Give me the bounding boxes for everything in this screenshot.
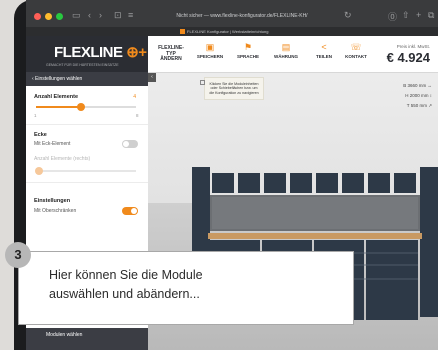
settings-back-button[interactable]: ‹ Einstellungen wählen [26, 72, 148, 86]
drawer-unit [366, 240, 418, 320]
wall-cabinet [264, 173, 286, 193]
contact-label: KONTAKT [345, 54, 367, 59]
logo[interactable]: FLEXLINE ⊕+ [54, 43, 147, 61]
logo-plus-icon: ⊕+ [126, 44, 147, 61]
elements-value: 4 [133, 94, 136, 100]
tabs-overview-icon[interactable]: ⧉ [428, 10, 434, 21]
step-badge: 3 [5, 242, 31, 268]
sidebar-toggle-icon[interactable]: ▭ [72, 10, 81, 21]
maximize-window-button[interactable] [56, 13, 63, 20]
share-icon: < [321, 42, 327, 52]
save-icon: ▣ [205, 42, 215, 52]
elements-slider-handle[interactable] [77, 103, 85, 111]
tall-cabinet-right [420, 167, 438, 317]
instruction-callout: Hier können Sie die Module auswählen und … [18, 251, 354, 325]
elements-slider[interactable] [36, 103, 136, 111]
app-header: FLEXLINE ⊕+ GEMACHT FÜR DIE HÄRTESTEN EI… [26, 36, 438, 73]
wall-cabinet [290, 173, 312, 193]
new-tab-icon[interactable]: + [416, 10, 421, 20]
corner-toggle-knob [123, 141, 129, 147]
settings-title: Einstellungen [34, 198, 71, 204]
share-icon[interactable]: ⇧ [402, 10, 410, 21]
slider-min: 1 [34, 113, 37, 118]
total-price: € 4.924 [386, 50, 430, 65]
modules-button[interactable]: Modulen wählen [26, 328, 148, 350]
change-type-button[interactable]: FLEXLINE-TYP ÄNDERN [156, 45, 186, 63]
wall-cabinet [316, 173, 338, 193]
tagline: GEMACHT FÜR DIE HÄRTESTEN EINSÄTZE [46, 63, 119, 67]
currency-label: WÄHRUNG [274, 54, 298, 59]
flag-icon: ⚑ [243, 42, 253, 52]
download-icon[interactable]: ⓪ [388, 10, 397, 23]
contact-button[interactable]: ☏ KONTAKT [338, 40, 374, 68]
callout-line-2: auswählen und abändern... [49, 287, 200, 301]
language-label: SPRACHE [236, 54, 259, 59]
tab-bar: FLEXLINE Konfigurator | Werkstatteinrich… [26, 27, 438, 36]
save-button[interactable]: ▣ SPEICHERN [192, 40, 228, 68]
wall-cabinet [368, 173, 390, 193]
logo-text: FLEXLINE [54, 44, 123, 61]
modules-button-label: Modulen wählen [46, 332, 83, 338]
corner-title: Ecke [34, 132, 47, 138]
wall-cabinets-toggle[interactable] [122, 207, 138, 215]
currency-button[interactable]: ▤ WÄHRUNG [268, 40, 304, 68]
address-bar[interactable]: Nicht sicher — www.flexline-konfigurator… [144, 11, 340, 22]
settings-back-label: ‹ Einstellungen wählen [32, 76, 83, 82]
tab-title: FLEXLINE Konfigurator | Werkstatteinrich… [187, 29, 269, 34]
tool-panel-inner [212, 197, 418, 229]
phone-icon: ☏ [350, 42, 362, 52]
wall-cabinet [394, 173, 416, 193]
elements-slider-fill [36, 106, 81, 108]
price-label: Preis inkl. MwSt. [396, 44, 430, 49]
share-button[interactable]: < TEILEN [306, 40, 342, 68]
wall-cabinet [238, 173, 260, 193]
divider [26, 124, 148, 125]
corner-toggle[interactable] [122, 140, 138, 148]
wall-cabinet [212, 173, 234, 193]
corner-slider-handle[interactable] [35, 167, 43, 175]
corner-elements-slider[interactable] [35, 167, 136, 175]
callout-line-1: Hier können Sie die Module [49, 268, 203, 282]
favicon-icon [180, 29, 185, 35]
slider-max: 8 [136, 113, 139, 118]
elements-title: Anzahl Elemente [34, 94, 79, 100]
language-button[interactable]: ⚑ SPRACHE [230, 40, 266, 68]
minimize-window-button[interactable] [45, 13, 52, 20]
shield-icon[interactable]: ⊡ [114, 10, 122, 21]
wall-cabinets-label: Mit Oberschränken [34, 208, 77, 214]
worktop [208, 233, 422, 239]
wall-cabinets-toggle-knob [131, 208, 137, 214]
corner-elements-label: Anzahl Elemente (rechts) [34, 156, 91, 162]
corner-label: Mit Eck-Element [34, 141, 71, 147]
active-tab[interactable]: FLEXLINE Konfigurator | Werkstatteinrich… [180, 28, 268, 35]
currency-icon: ▤ [281, 42, 291, 52]
forward-icon[interactable]: › [99, 10, 102, 20]
share-label: TEILEN [315, 54, 332, 59]
browser-toolbar: ▭ ‹ › ⊡ ≡ Nicht sicher — www.flexline-ko… [26, 0, 438, 36]
reload-icon[interactable]: ↻ [344, 10, 352, 21]
divider [26, 182, 148, 183]
close-window-button[interactable] [34, 13, 41, 20]
wall-cabinet [342, 173, 364, 193]
brand-area: FLEXLINE ⊕+ GEMACHT FÜR DIE HÄRTESTEN EI… [26, 36, 148, 72]
back-icon[interactable]: ‹ [88, 10, 91, 20]
save-label: SPEICHERN [196, 54, 224, 59]
reader-icon[interactable]: ≡ [128, 10, 133, 20]
